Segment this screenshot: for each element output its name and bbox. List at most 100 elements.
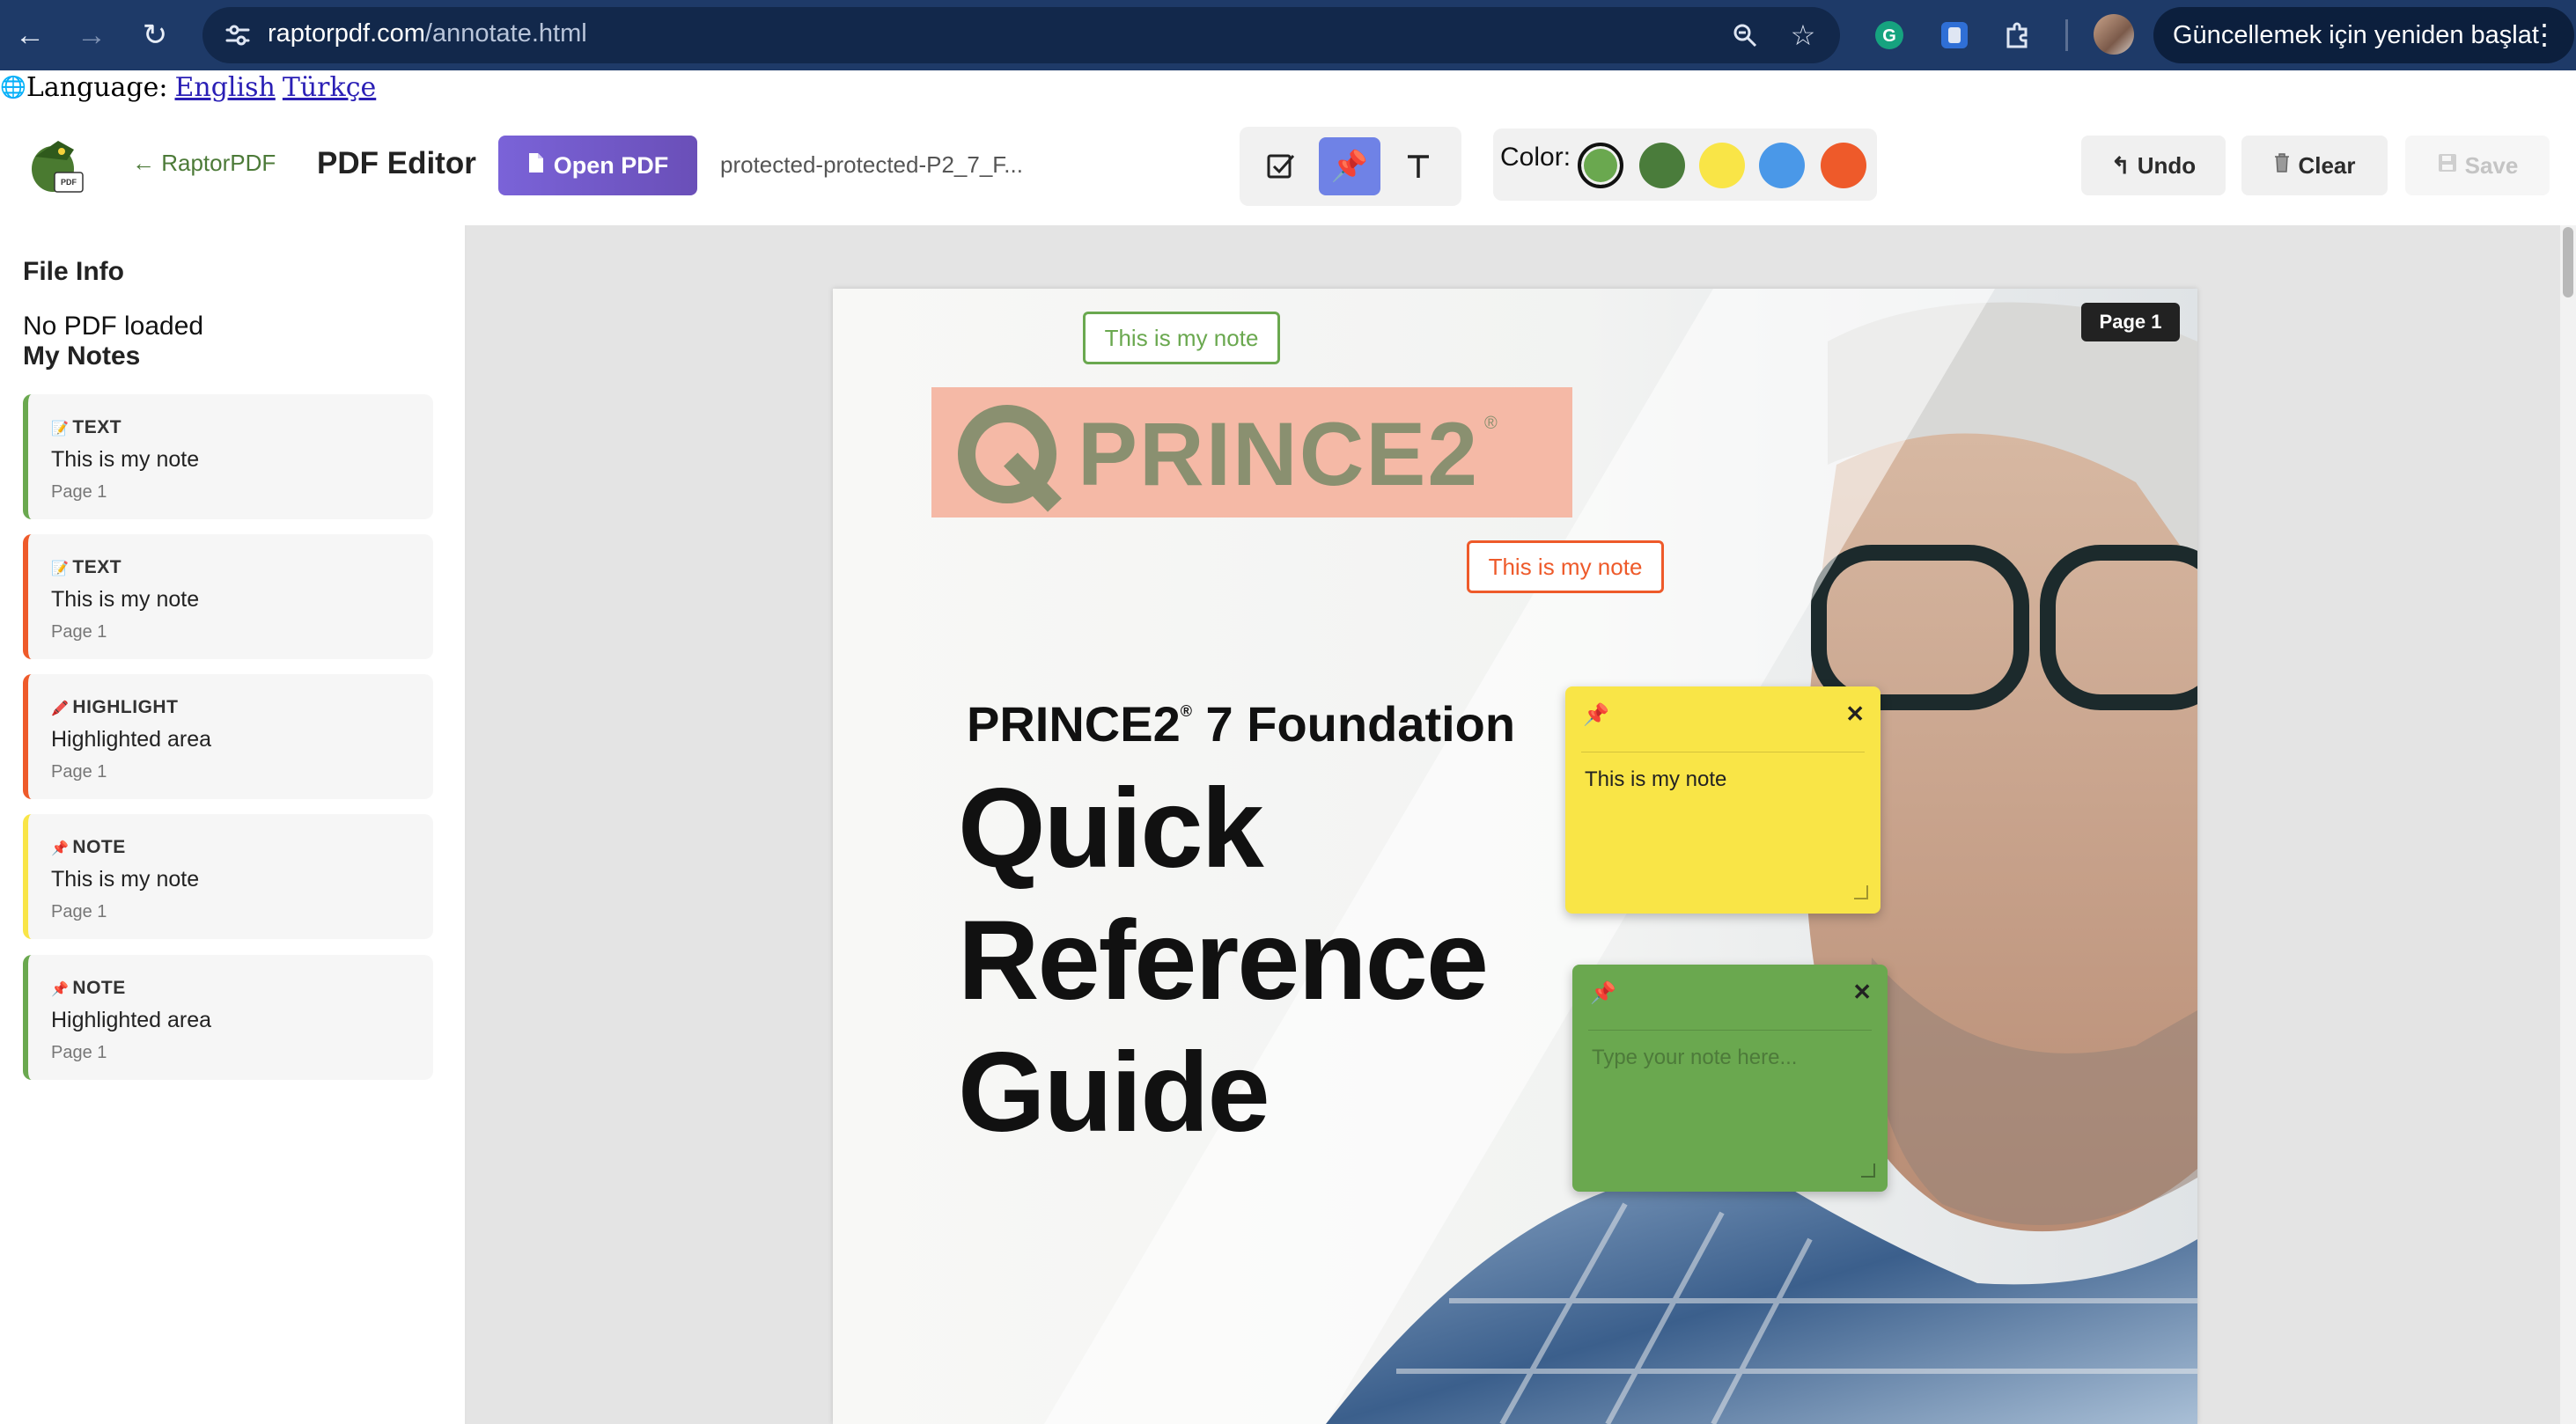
open-pdf-label: Open PDF — [553, 151, 669, 179]
undo-button[interactable]: ↰ Undo — [2081, 136, 2226, 195]
close-icon[interactable]: ✕ — [1852, 979, 1872, 1006]
note-page: Page 1 — [51, 1043, 107, 1062]
note-card[interactable]: 📌 NOTE Highlighted area Page 1 — [23, 955, 433, 1080]
note-page: Page 1 — [51, 622, 107, 642]
language-link-english[interactable]: English — [175, 72, 276, 103]
sticky-note[interactable]: 📌 ✕ This is my note — [1565, 686, 1880, 914]
forward-icon[interactable]: → — [69, 12, 114, 58]
note-text: This is my note — [51, 447, 200, 472]
resize-grip-icon[interactable] — [1854, 885, 1868, 899]
language-link-turkish[interactable]: Türkçe — [283, 72, 376, 103]
color-swatch-blue[interactable] — [1759, 143, 1805, 188]
file-info-heading: File Info — [23, 257, 124, 286]
url-text: raptorpdf.com/annotate.html — [268, 19, 587, 48]
text-icon — [1408, 155, 1429, 178]
open-pdf-button[interactable]: Open PDF — [498, 136, 697, 195]
pushpin-icon: 📌 — [1590, 981, 1616, 1005]
color-swatch-green[interactable] — [1578, 143, 1623, 188]
svg-text:G: G — [1882, 26, 1896, 46]
note-page: Page 1 — [51, 762, 107, 782]
trash-icon — [2273, 152, 2291, 180]
floppy-icon — [2437, 152, 2458, 180]
file-icon — [527, 151, 545, 180]
note-type-label: 📝 TEXT — [51, 417, 122, 437]
sticky-note-input[interactable]: Type your note here... — [1592, 1046, 1797, 1070]
svg-text:PDF: PDF — [61, 178, 77, 187]
back-icon[interactable]: ← — [7, 12, 53, 58]
my-notes-heading: My Notes — [23, 341, 141, 371]
page-number-badge: Page 1 — [2081, 303, 2180, 341]
cover-title-line: Reference — [958, 898, 1489, 1024]
pushpin-icon: 📌 — [51, 841, 70, 856]
undo-icon: ↰ — [2110, 151, 2131, 179]
highlight-tool-button[interactable] — [1250, 137, 1312, 195]
memo-icon: 📝 — [51, 562, 70, 576]
zoom-icon[interactable] — [1727, 18, 1763, 53]
viewer-scrollbar[interactable] — [2560, 225, 2576, 1424]
toolbar-separator — [2065, 19, 2068, 51]
pushpin-icon: 📌 — [51, 982, 70, 997]
text-annotation[interactable]: This is my note — [1083, 312, 1280, 364]
file-info-status: No PDF loaded — [23, 312, 204, 341]
bitwarden-icon[interactable] — [1935, 16, 1974, 55]
more-icon[interactable]: ⋮ — [2530, 18, 2558, 51]
grammarly-icon[interactable]: G — [1870, 16, 1909, 55]
text-tool-button[interactable] — [1387, 137, 1449, 195]
globe-icon: 🌐 — [0, 75, 26, 99]
star-icon[interactable]: ☆ — [1785, 18, 1821, 53]
pdf-page[interactable]: PRINCE2 ® PRINCE2® 7 Foundation Quick Re… — [833, 289, 2197, 1424]
prince2-logo-mark — [958, 405, 1062, 512]
browser-toolbar: ← → ↻ raptorpdf.com/annotate.html ☆ G Gü… — [0, 0, 2576, 70]
cover-title-line: Guide — [958, 1030, 1270, 1156]
save-button[interactable]: Save — [2405, 136, 2550, 195]
language-label: Language: — [26, 72, 168, 103]
close-icon[interactable]: ✕ — [1845, 701, 1865, 728]
sticky-note-text[interactable]: This is my note — [1585, 767, 1726, 792]
address-bar[interactable]: raptorpdf.com/annotate.html ☆ — [202, 7, 1840, 63]
language-switcher: 🌐Language: English Türkçe — [0, 72, 376, 107]
file-name: protected-protected-P2_7_F... — [720, 151, 1023, 178]
resize-grip-icon[interactable] — [1861, 1163, 1875, 1178]
sticky-divider — [1588, 1030, 1872, 1031]
reload-icon[interactable]: ↻ — [132, 12, 178, 58]
text-annotation[interactable]: This is my note — [1467, 540, 1664, 593]
note-card[interactable]: 📝 TEXT This is my note Page 1 — [23, 534, 433, 659]
memo-icon: 📝 — [51, 422, 70, 437]
note-type-label: 📌 NOTE — [51, 837, 126, 857]
note-card[interactable]: 📌 NOTE This is my note Page 1 — [23, 814, 433, 939]
checkbox-edit-icon — [1267, 154, 1295, 179]
clear-button[interactable]: Clear — [2241, 136, 2388, 195]
relaunch-update-button[interactable]: Güncellemek için yeniden başlat ⋮ — [2153, 7, 2574, 63]
crayon-icon: 🖍️ — [51, 701, 70, 716]
cover-subtitle: PRINCE2® 7 Foundation — [967, 696, 1516, 752]
note-text: Highlighted area — [51, 727, 212, 752]
note-card[interactable]: 📝 TEXT This is my note Page 1 — [23, 394, 433, 519]
note-type-label: 📌 NOTE — [51, 978, 126, 998]
avatar[interactable] — [2094, 14, 2134, 55]
extensions-icon[interactable] — [1998, 16, 2037, 55]
prince2-logo: PRINCE2 ® — [931, 387, 1572, 517]
color-swatch-yellow[interactable] — [1699, 143, 1745, 188]
tune-icon[interactable] — [220, 18, 255, 53]
pushpin-icon: 📌 — [1330, 150, 1369, 183]
sticky-note[interactable]: 📌 ✕ Type your note here... — [1572, 965, 1888, 1192]
pushpin-icon: 📌 — [1583, 703, 1609, 727]
tool-group: 📌 — [1240, 127, 1461, 206]
color-swatch-dark-green[interactable] — [1639, 143, 1685, 188]
note-text: This is my note — [51, 587, 200, 612]
note-type-label: 📝 TEXT — [51, 557, 122, 577]
color-label: Color: — [1500, 143, 1571, 172]
back-to-raptorpdf-link[interactable]: ← RaptorPDF — [132, 150, 276, 177]
cover-title-line: Quick — [958, 766, 1264, 892]
note-card[interactable]: 🖍️ HIGHLIGHT Highlighted area Page 1 — [23, 674, 433, 799]
note-page: Page 1 — [51, 902, 107, 921]
note-text: Highlighted area — [51, 1008, 212, 1032]
sticky-note-tool-button[interactable]: 📌 — [1319, 137, 1380, 195]
page-title: PDF Editor — [317, 146, 476, 180]
raptorpdf-logo[interactable]: PDF — [23, 134, 86, 197]
note-type-label: 🖍️ HIGHLIGHT — [51, 697, 179, 717]
note-text: This is my note — [51, 867, 200, 892]
color-swatch-orange[interactable] — [1821, 143, 1866, 188]
scrollbar-thumb[interactable] — [2563, 227, 2573, 297]
color-picker: Color: — [1493, 128, 1877, 201]
